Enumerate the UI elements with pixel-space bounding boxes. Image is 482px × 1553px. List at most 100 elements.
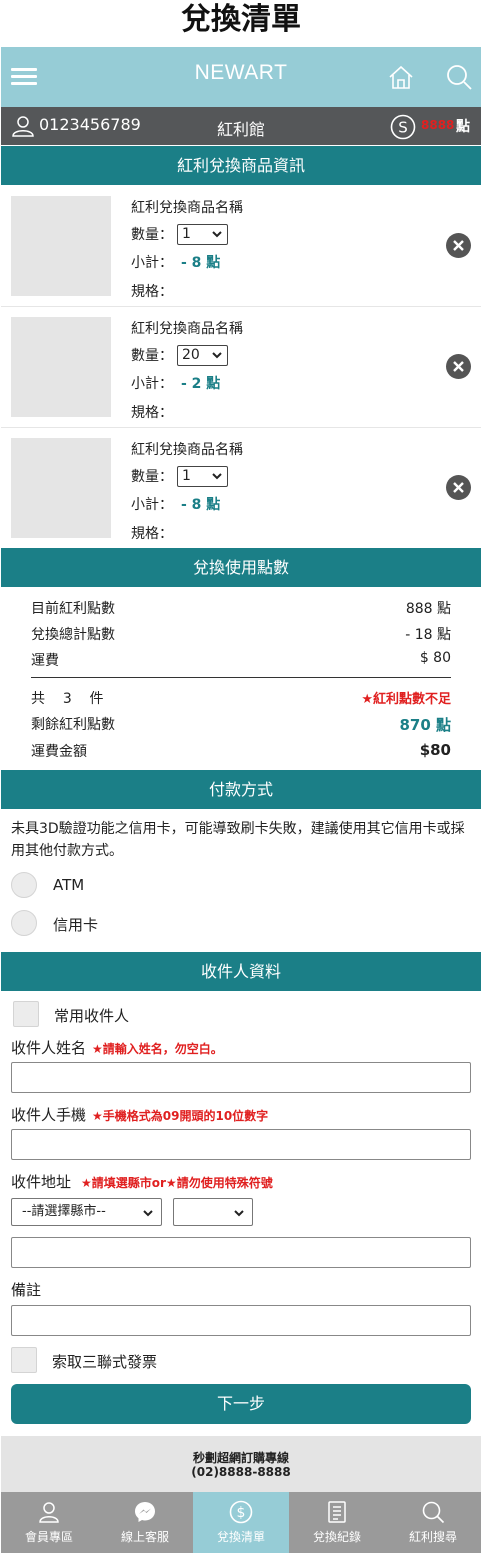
count-suffix: 件 bbox=[89, 691, 104, 707]
address-hint: ★請填選縣市or★請勿使用特殊符號 bbox=[81, 1176, 273, 1190]
hotline-number[interactable]: (02)8888-8888 bbox=[1, 1465, 481, 1479]
spec-label: 規格： bbox=[131, 405, 173, 421]
recipient-name-input[interactable] bbox=[11, 1062, 471, 1093]
shipping-row: 運費 $ 80 bbox=[31, 650, 451, 670]
section-points-header: 兌換使用點數 bbox=[1, 548, 481, 587]
phone-hint: ★手機格式為09開頭的10位數字 bbox=[92, 1109, 269, 1123]
tab-member[interactable]: 會員專區 bbox=[1, 1492, 97, 1553]
summary-divider bbox=[31, 677, 451, 678]
subtotal-value: - 2 點 bbox=[181, 376, 221, 392]
radio-button[interactable] bbox=[11, 910, 37, 936]
recipient-address-label: 收件地址 ★請填選縣市or★請勿使用特殊符號 bbox=[11, 1171, 273, 1192]
radio-label: ATM bbox=[53, 876, 85, 894]
quantity-value: 20 bbox=[182, 347, 200, 363]
spec-label: 規格： bbox=[131, 284, 173, 300]
chevron-down-icon bbox=[212, 231, 222, 238]
payment-note: 未具3D驗證功能之信用卡，可能導致刷卡失敗，建議使用其它信用卡或採用其他付款方式… bbox=[11, 821, 465, 859]
shipping-value: $ 80 bbox=[419, 650, 451, 666]
recipient-phone-input[interactable] bbox=[11, 1129, 471, 1160]
list-item: 紅利兌換商品名稱 數量： 1 小計： - 8 點 規格： bbox=[1, 186, 481, 307]
district-select[interactable] bbox=[173, 1198, 253, 1226]
product-image[interactable] bbox=[11, 196, 111, 296]
brand-logo[interactable]: NEWART bbox=[141, 61, 341, 85]
quantity-select[interactable]: 1 bbox=[177, 466, 228, 487]
messenger-icon bbox=[135, 1502, 155, 1522]
product-name[interactable]: 紅利兌換商品名稱 bbox=[131, 318, 243, 338]
quantity-select[interactable]: 20 bbox=[177, 345, 228, 366]
quantity-select[interactable]: 1 bbox=[177, 224, 228, 245]
points-balance: 8888 bbox=[421, 118, 455, 132]
tab-points-search[interactable]: 紅利搜尋 bbox=[385, 1492, 481, 1553]
userbar-title: 紅利館 bbox=[216, 120, 265, 139]
city-select-value: --請選擇縣市-- bbox=[22, 1204, 106, 1219]
user-icon bbox=[12, 116, 34, 137]
close-icon bbox=[453, 361, 464, 372]
current-points-row: 目前紅利點數 888 點 bbox=[31, 598, 451, 618]
field-label-text: 收件人姓名 bbox=[11, 1039, 87, 1057]
subtotal-label: 小計： bbox=[131, 497, 173, 513]
member-phone: 0123456789 bbox=[39, 115, 141, 134]
product-name[interactable]: 紅利兌換商品名稱 bbox=[131, 439, 243, 459]
user-bar: 0123456789 紅利館 S 8888 點 bbox=[1, 107, 481, 145]
section-recipient-header: 收件人資料 bbox=[1, 952, 481, 991]
address-detail-input[interactable] bbox=[11, 1237, 471, 1268]
remove-item-button[interactable] bbox=[446, 354, 471, 379]
radio-label: 信用卡 bbox=[53, 916, 99, 934]
close-icon bbox=[453, 482, 464, 493]
tab-redeem-list[interactable]: $ 兌換清單 bbox=[193, 1492, 289, 1553]
name-hint: ★請輸入姓名，勿空白。 bbox=[92, 1042, 223, 1056]
item-count-row: 共 3 件 ★紅利點數不足 bbox=[31, 688, 451, 708]
city-select[interactable]: --請選擇縣市-- bbox=[11, 1198, 162, 1226]
svg-text:S: S bbox=[398, 119, 408, 137]
bottom-tab-bar: 會員專區 線上客服 $ 兌換清單 兌換紀錄 紅利搜尋 bbox=[1, 1492, 481, 1553]
search-icon[interactable] bbox=[445, 63, 473, 91]
note-input[interactable] bbox=[11, 1305, 471, 1336]
search-icon bbox=[422, 1501, 445, 1524]
chevron-down-icon bbox=[143, 1210, 153, 1217]
tab-support[interactable]: 線上客服 bbox=[97, 1492, 193, 1553]
tab-label: 兌換紀錄 bbox=[312, 1530, 361, 1544]
record-icon bbox=[328, 1501, 346, 1523]
list-item: 紅利兌換商品名稱 數量： 20 小計： - 2 點 規格： bbox=[1, 307, 481, 428]
remaining-points-value: 870 點 bbox=[399, 716, 451, 734]
tab-label: 線上客服 bbox=[120, 1530, 169, 1544]
dollar-icon: $ bbox=[229, 1500, 253, 1524]
product-image[interactable] bbox=[11, 317, 111, 417]
svg-text:$: $ bbox=[237, 1505, 246, 1521]
common-recipient-checkbox[interactable] bbox=[13, 1001, 39, 1027]
invoice-label: 索取三聯式發票 bbox=[52, 1353, 158, 1371]
note-label: 備註 bbox=[11, 1281, 42, 1299]
tab-label: 紅利搜尋 bbox=[408, 1530, 457, 1544]
tab-label: 兌換清單 bbox=[216, 1530, 265, 1544]
subtotal-label: 小計： bbox=[131, 255, 173, 271]
dollar-icon: S bbox=[390, 114, 416, 140]
remove-item-button[interactable] bbox=[446, 233, 471, 258]
insufficient-points-warning: ★紅利點數不足 bbox=[361, 692, 451, 707]
quantity-value: 1 bbox=[182, 468, 191, 484]
radio-button[interactable] bbox=[11, 872, 37, 898]
spec-label: 規格： bbox=[131, 526, 173, 542]
quantity-value: 1 bbox=[182, 226, 191, 242]
product-name[interactable]: 紅利兌換商品名稱 bbox=[131, 197, 243, 217]
remove-item-button[interactable] bbox=[446, 475, 471, 500]
member-icon bbox=[39, 1502, 59, 1523]
total-points-label: 兌換總計點數 bbox=[31, 627, 115, 643]
points-unit: 點 bbox=[456, 119, 470, 135]
count-prefix: 共 bbox=[31, 691, 45, 707]
product-image[interactable] bbox=[11, 438, 111, 538]
home-icon[interactable] bbox=[387, 63, 415, 91]
remaining-points-row: 剩餘紅利點數 870 點 bbox=[31, 714, 451, 734]
current-points-label: 目前紅利點數 bbox=[31, 601, 115, 617]
hamburger-menu-icon[interactable] bbox=[11, 68, 37, 86]
tab-redeem-record[interactable]: 兌換紀錄 bbox=[289, 1492, 385, 1553]
field-label-text: 收件地址 bbox=[11, 1173, 72, 1191]
shipping-amount-value: $80 bbox=[419, 741, 451, 759]
qty-label: 數量： bbox=[131, 348, 173, 364]
recipient-phone-label: 收件人手機 ★手機格式為09開頭的10位數字 bbox=[11, 1104, 268, 1125]
total-points-value: - 18 點 bbox=[405, 627, 451, 643]
next-step-button[interactable]: 下一步 bbox=[11, 1384, 471, 1424]
total-points-row: 兌換總計點數 - 18 點 bbox=[31, 624, 451, 644]
page-title: 兌換清單 bbox=[181, 2, 301, 37]
recipient-name-label: 收件人姓名 ★請輸入姓名，勿空白。 bbox=[11, 1037, 223, 1058]
invoice-checkbox[interactable] bbox=[11, 1347, 37, 1373]
